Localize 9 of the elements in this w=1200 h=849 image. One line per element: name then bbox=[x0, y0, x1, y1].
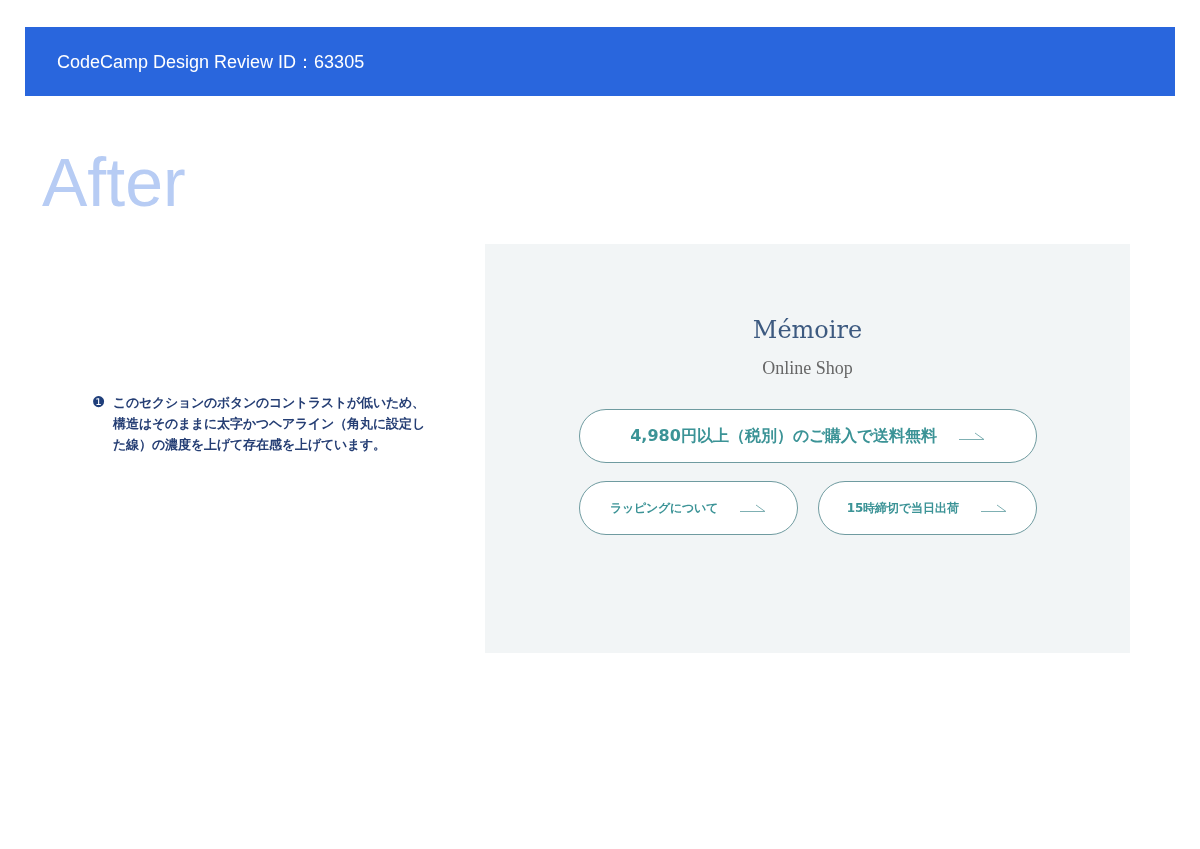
header-title: CodeCamp Design Review ID：63305 bbox=[57, 50, 365, 74]
note-number: ❶ bbox=[92, 392, 106, 413]
note-text: このセクションのボタンのコントラストが低いため、構造はそのままに太字かつヘアライン（角丸に設定した線）の濃度を上げて存在感を上げています。 bbox=[113, 394, 427, 454]
link-button[interactable]: 15時締切で当日出荷 bbox=[817, 481, 1037, 535]
link-button[interactable]: 4,980円以上（税別）のご購入で送料無料 bbox=[578, 409, 1037, 463]
brand-logo: Mémoire bbox=[752, 316, 863, 344]
brand-subtitle: Online Shop bbox=[762, 358, 853, 379]
link-button[interactable]: ラッピングについて bbox=[578, 481, 798, 535]
page-heading: After bbox=[42, 148, 187, 222]
